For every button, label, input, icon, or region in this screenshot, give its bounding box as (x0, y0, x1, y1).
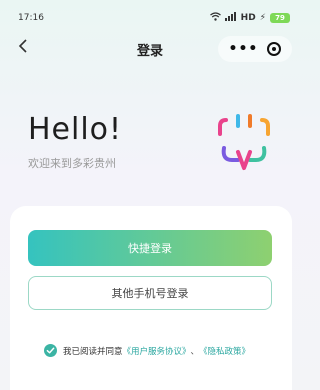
mini-program-capsule: ••• (218, 36, 292, 62)
battery-icon: 79 (270, 13, 290, 23)
nav-bar: 登录 ••• (0, 36, 300, 62)
network-type: HD (240, 13, 256, 23)
charging-icon: ⚡ (259, 13, 266, 23)
privacy-policy-link[interactable]: 《隐私政策》 (199, 345, 250, 357)
quick-login-button[interactable]: 快捷登录 (28, 230, 272, 266)
login-card: 快捷登录 其他手机号登录 我已阅读并同意 《用户服务协议》 、 《隐私政策》 (10, 206, 292, 390)
welcome-subtitle: 欢迎来到多彩贵州 (28, 157, 116, 170)
page-title: 登录 (136, 43, 163, 59)
more-icon[interactable]: ••• (229, 41, 259, 57)
status-icons: HD ⚡ 79 (209, 12, 290, 24)
hero-section: Hello! 欢迎来到多彩贵州 (28, 112, 122, 171)
greeting-text: Hello! (28, 112, 123, 147)
agreement-separator: 、 (190, 346, 200, 357)
agreement-checkbox[interactable] (44, 344, 57, 357)
app-logo-icon (216, 114, 272, 170)
agreement-prefix: 我已阅读并同意 (63, 346, 123, 357)
wifi-icon (209, 12, 221, 24)
agreement-row: 我已阅读并同意 《用户服务协议》 、 《隐私政策》 (44, 344, 250, 357)
status-bar: 17:16 HD ⚡ 79 (0, 0, 300, 36)
signal-icon (224, 12, 237, 24)
user-agreement-link[interactable]: 《用户服务协议》 (123, 345, 191, 357)
other-phone-login-button[interactable]: 其他手机号登录 (28, 276, 272, 310)
checkmark-icon (46, 347, 55, 354)
back-arrow-icon[interactable] (14, 38, 32, 58)
target-icon[interactable] (267, 42, 282, 56)
status-time: 17:16 (18, 13, 44, 23)
